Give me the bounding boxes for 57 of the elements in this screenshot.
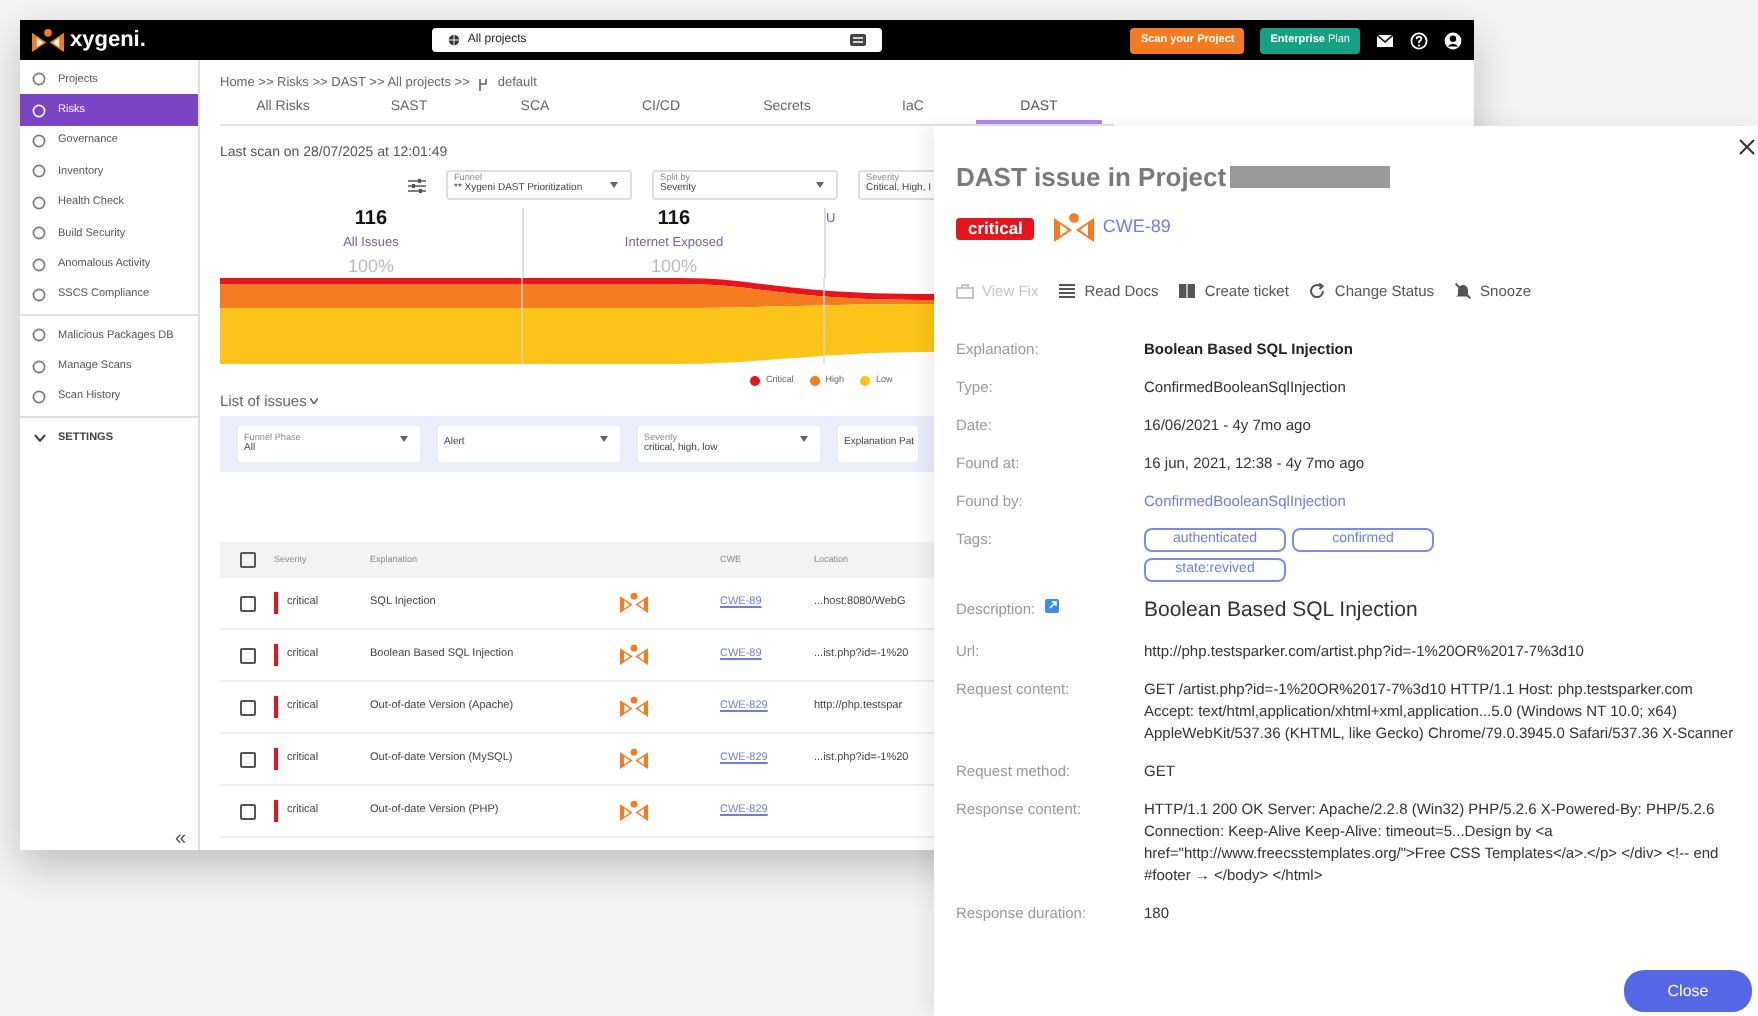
circle-icon: [32, 328, 46, 343]
circle-icon: [32, 287, 46, 302]
checkbox[interactable]: [240, 552, 256, 568]
close-button[interactable]: Close: [1624, 970, 1752, 1012]
logo-icon: [32, 27, 64, 53]
circle-icon: [32, 226, 46, 241]
branch-icon: [477, 77, 490, 91]
circle-icon: [32, 103, 46, 118]
checkbox[interactable]: [240, 699, 256, 715]
stat-percent: 100%: [650, 254, 698, 278]
collapse-button[interactable]: «: [174, 830, 198, 850]
severity-badge: critical: [956, 217, 1035, 239]
chevron-icon[interactable]: [310, 398, 319, 404]
checkbox[interactable]: [240, 751, 256, 767]
chevron-icon: [34, 434, 46, 443]
help-icon[interactable]: [1410, 31, 1428, 49]
filter-settings-icon[interactable]: [408, 177, 426, 193]
logo-icon: [1054, 212, 1095, 244]
logo-icon: [620, 695, 648, 718]
circle-icon: [32, 390, 46, 405]
external-link-icon[interactable]: [1043, 598, 1060, 615]
issue-count: 116: [657, 208, 691, 232]
mail-icon[interactable]: [1376, 31, 1394, 49]
circle-icon: [32, 164, 46, 179]
refresh-icon: [1308, 282, 1327, 301]
stat-percent: 100%: [347, 254, 395, 278]
ticket-icon: [1178, 282, 1197, 301]
logo-text: xygeni.: [70, 29, 146, 51]
caret-icon: [610, 182, 618, 188]
field-value: Boolean Based SQL Injection: [1144, 598, 1420, 625]
bell-slash-icon: [1454, 282, 1473, 301]
globe-icon: [447, 34, 460, 46]
circle-icon: [32, 257, 46, 272]
lines-icon: [1058, 282, 1077, 301]
logo-icon: [620, 591, 648, 614]
logo-icon: [620, 747, 648, 770]
logo-icon: [620, 799, 648, 822]
cwe-link[interactable]: CWE-89: [1102, 214, 1171, 242]
caret-icon: [816, 182, 824, 188]
toolbox-icon: [956, 282, 974, 301]
checkbox[interactable]: [240, 595, 256, 611]
circle-icon: [32, 195, 46, 210]
circle-icon: [32, 133, 46, 148]
panel-title: DAST issue in Project: [956, 162, 1227, 192]
circle-icon: [32, 359, 46, 374]
caret-icon: [800, 436, 808, 442]
close-button[interactable]: [1738, 138, 1756, 156]
caret-icon: [400, 436, 408, 442]
checkbox[interactable]: [240, 803, 256, 819]
issue-count: 116: [354, 208, 388, 232]
close-icon: [1738, 138, 1756, 156]
logo-icon: [620, 643, 648, 666]
user-icon[interactable]: [1444, 31, 1462, 49]
list-icon[interactable]: [849, 34, 866, 46]
circle-icon: [32, 72, 46, 87]
checkbox[interactable]: [240, 647, 256, 663]
caret-icon: [600, 436, 608, 442]
